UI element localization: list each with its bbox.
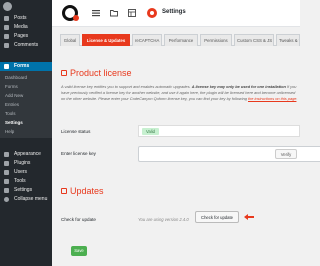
- sidebar-item-plugins[interactable]: Plugins: [0, 159, 52, 168]
- gear-icon[interactable]: [147, 8, 157, 18]
- submenu-item-forms[interactable]: Forms: [0, 82, 52, 91]
- license-status-box: Valid: [138, 125, 300, 137]
- submenu-item-add-new[interactable]: Add New: [0, 91, 52, 100]
- version-text: You are using version 2.4.0: [138, 217, 189, 222]
- license-heading: Product license: [61, 68, 132, 78]
- admin-sidebar: Posts Media Pages Comments Forms Dashboa…: [0, 0, 52, 266]
- media-icon: [4, 25, 9, 30]
- tab-performance[interactable]: Performance: [164, 34, 198, 46]
- wrench-icon: [4, 179, 9, 184]
- page-icon: [4, 34, 9, 39]
- submenu-item-settings[interactable]: Settings: [0, 118, 52, 127]
- tab-recaptcha[interactable]: reCAPTCHA: [132, 34, 162, 46]
- license-status-label: License status: [61, 129, 91, 134]
- license-key-label: Enter license key: [61, 151, 96, 156]
- users-icon: [4, 170, 9, 175]
- forms-submenu: Dashboard Forms Add New Entries Tools Se…: [0, 71, 52, 138]
- sidebar-item-users[interactable]: Users: [0, 168, 52, 177]
- license-description: A valid license key entitles you to supp…: [61, 84, 298, 101]
- sidebar-item-tools[interactable]: Tools: [0, 177, 52, 186]
- comment-icon: [4, 43, 9, 48]
- submenu-item-dashboard[interactable]: Dashboard: [0, 73, 52, 82]
- settings-content: Product license A valid license key enti…: [60, 46, 320, 266]
- settings-icon: [4, 188, 9, 193]
- sidebar-top-menu: Posts Media Pages Comments Forms Dashboa…: [0, 14, 52, 138]
- entries-grid-icon[interactable]: [128, 9, 136, 17]
- tab-license-updates[interactable]: License & Updates: [82, 34, 130, 46]
- submenu-item-help[interactable]: Help: [0, 127, 52, 136]
- check-for-update-button[interactable]: Check for update: [195, 211, 239, 223]
- submenu-item-tools[interactable]: Tools: [0, 109, 52, 118]
- folder-icon[interactable]: [110, 9, 118, 17]
- settings-tabs: Global License & Updates reCAPTCHA Perfo…: [60, 34, 300, 46]
- sidebar-bottom-menu: Appearance Plugins Users Tools Settings …: [0, 150, 52, 204]
- plugin-toolbar: Settings: [52, 0, 300, 27]
- sidebar-item-posts[interactable]: Posts: [0, 14, 52, 23]
- tab-tweaks[interactable]: Tweaks & Tr: [276, 34, 300, 46]
- tab-global[interactable]: Global: [60, 34, 80, 46]
- sidebar-item-pages[interactable]: Pages: [0, 32, 52, 41]
- status-badge: Valid: [142, 128, 160, 135]
- page-title: Settings: [162, 9, 186, 15]
- sidebar-item-comments[interactable]: Comments: [0, 41, 52, 50]
- plugin-icon: [4, 161, 9, 166]
- sidebar-item-settings[interactable]: Settings: [0, 186, 52, 195]
- check-update-label: Check for update: [61, 217, 96, 222]
- updates-heading: Updates: [61, 186, 104, 196]
- tab-custom-css-js[interactable]: Custom CSS & JS: [234, 34, 274, 46]
- instructions-link[interactable]: the instructions on this page: [248, 96, 296, 101]
- sidebar-item-forms[interactable]: Forms: [0, 62, 52, 71]
- tab-permissions[interactable]: Permissions: [200, 34, 232, 46]
- submenu-item-entries[interactable]: Entries: [0, 100, 52, 109]
- sidebar-item-media[interactable]: Media: [0, 23, 52, 32]
- save-button[interactable]: Save: [71, 246, 87, 256]
- brush-icon: [4, 152, 9, 157]
- quform-logo-icon[interactable]: [62, 5, 79, 21]
- sidebar-item-appearance[interactable]: Appearance: [0, 150, 52, 159]
- key-icon: [61, 70, 67, 76]
- forms-icon: [4, 64, 9, 69]
- collapse-icon: [4, 197, 9, 202]
- refresh-icon: [61, 188, 67, 194]
- sidebar-item-collapse-menu[interactable]: Collapse menu: [0, 195, 52, 204]
- arrow-left-icon: [244, 214, 254, 220]
- menu-icon[interactable]: [92, 9, 100, 17]
- verify-button[interactable]: Verify: [275, 149, 297, 159]
- wordpress-logo-icon[interactable]: [3, 2, 12, 11]
- pushpin-icon: [4, 16, 9, 21]
